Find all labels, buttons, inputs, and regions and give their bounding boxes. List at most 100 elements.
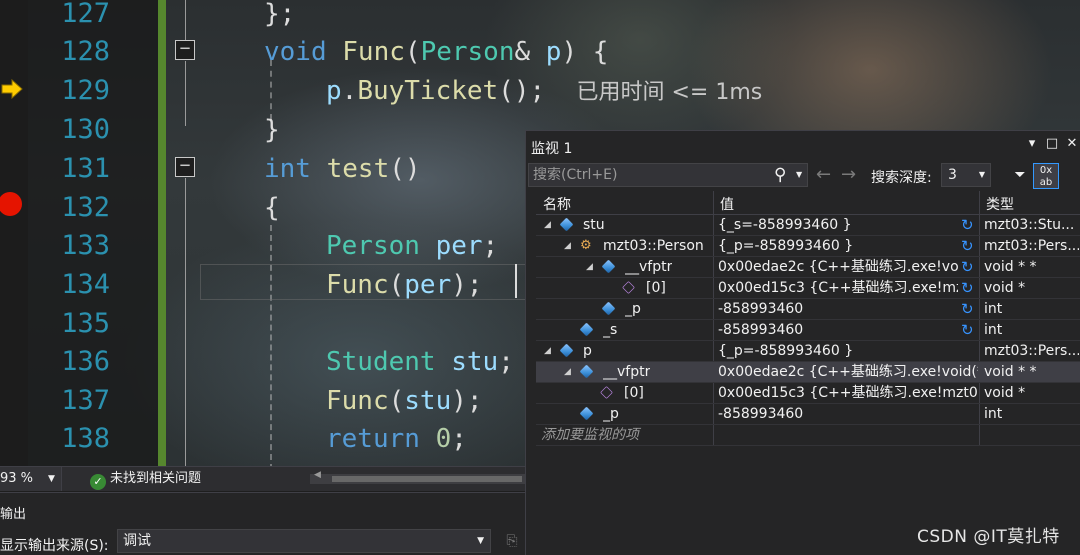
- watch-title-bar: 监视 1 ▾ □ ✕: [526, 131, 1080, 161]
- line-number: 135: [61, 308, 110, 339]
- column-header-type[interactable]: 类型: [986, 194, 1014, 214]
- output-toolbar-button[interactable]: ⎘: [500, 529, 524, 553]
- window-position-icon[interactable]: ▾: [1023, 136, 1041, 151]
- watch-value[interactable]: -858993460: [718, 320, 958, 340]
- refresh-icon[interactable]: ↻: [961, 320, 974, 340]
- search-placeholder: 搜索(Ctrl+E): [533, 167, 618, 183]
- add-watch-row[interactable]: 添加要监视的项: [536, 425, 1080, 446]
- code-line[interactable]: }: [264, 459, 280, 466]
- refresh-icon[interactable]: ↻: [961, 236, 974, 256]
- fold-icon[interactable]: −: [175, 40, 195, 60]
- watch-name: mzt03::Person: [603, 238, 704, 254]
- issues-indicator[interactable]: ✓ 未找到相关问题: [90, 467, 201, 491]
- collapse-icon[interactable]: ◢: [544, 341, 551, 361]
- watch-value[interactable]: 0x00ed15c3 {C++基础练习.exe!mz...: [718, 278, 958, 298]
- execution-arrow-icon: [1, 78, 23, 100]
- watch-value[interactable]: -858993460: [718, 299, 958, 319]
- watch-search-input[interactable]: 搜索(Ctrl+E) ⚲ ▼: [528, 163, 808, 187]
- cube-icon: [601, 301, 616, 316]
- line-number: 136: [61, 346, 110, 377]
- watch-row[interactable]: _p -858993460 int: [536, 404, 1080, 425]
- scrollbar-thumb[interactable]: [332, 476, 522, 482]
- cube-icon: [579, 322, 594, 337]
- search-back-icon[interactable]: ←: [816, 164, 831, 185]
- maximize-icon[interactable]: □: [1043, 136, 1061, 151]
- collapse-icon[interactable]: ◢: [564, 236, 571, 256]
- fold-line: [185, 178, 186, 466]
- watch-name: [0]: [624, 385, 644, 401]
- code-line[interactable]: };: [264, 0, 295, 33]
- close-icon[interactable]: ✕: [1063, 136, 1080, 151]
- code-line[interactable]: Person per;: [326, 227, 498, 265]
- column-divider[interactable]: [979, 191, 980, 214]
- code-line[interactable]: Func(stu);: [326, 382, 483, 420]
- collapse-icon[interactable]: ◢: [564, 362, 571, 382]
- watch-grid: 名称 值 类型 ◢ stu {_s=-858993460 } ↻ mzt03::…: [536, 191, 1080, 446]
- column-header-value[interactable]: 值: [720, 194, 734, 214]
- zoom-dropdown[interactable]: 93 % ▼: [0, 467, 62, 491]
- fold-icon[interactable]: −: [175, 157, 195, 177]
- code-line[interactable]: {: [264, 189, 280, 227]
- code-line[interactable]: return 0;: [326, 420, 467, 458]
- watch-toolbar: 搜索(Ctrl+E) ⚲ ▼ ← → 搜索深度: 3 ▼ ⏷ 0x ab: [526, 161, 1080, 191]
- watch-type: int: [984, 301, 1003, 317]
- check-icon: ✓: [90, 474, 106, 490]
- column-header-name[interactable]: 名称: [543, 194, 571, 214]
- code-line[interactable]: Func(per);: [326, 266, 483, 304]
- chevron-down-icon: ▼: [978, 170, 985, 179]
- watch-value[interactable]: 0x00edae2c {C++基础练习.exe!voi...: [718, 257, 958, 277]
- watch-row[interactable]: ◢ p {_p=-858993460 } mzt03::Pers...: [536, 341, 1080, 362]
- search-depth-dropdown[interactable]: 3 ▼: [941, 163, 991, 187]
- column-divider[interactable]: [713, 191, 714, 214]
- watch-row[interactable]: ◢ __vfptr 0x00edae2c {C++基础练习.exe!voi...…: [536, 257, 1080, 278]
- watch-value[interactable]: 0x00edae2c {C++基础练习.exe!void(*...: [718, 362, 978, 382]
- output-source-dropdown[interactable]: 调试 ▼: [117, 529, 491, 553]
- watch-value[interactable]: -858993460: [718, 404, 958, 424]
- scroll-left-icon[interactable]: ◀: [314, 470, 321, 480]
- watch-value[interactable]: {_p=-858993460 }: [718, 341, 958, 361]
- chevron-down-icon[interactable]: ▼: [796, 164, 802, 186]
- watch-type: void * *: [984, 364, 1037, 380]
- chevron-down-icon: ▼: [477, 536, 484, 546]
- watch-value[interactable]: {_s=-858993460 }: [718, 215, 958, 235]
- indicator-margin[interactable]: [0, 0, 28, 466]
- search-icon[interactable]: ⚲: [774, 164, 786, 186]
- watch-type: mzt03::Stu...: [984, 217, 1075, 233]
- filter-icon[interactable]: ⏷: [1009, 164, 1031, 186]
- line-number: 131: [61, 153, 110, 184]
- watch-name: _p: [625, 301, 641, 317]
- hex-display-icon[interactable]: 0x ab: [1033, 163, 1059, 189]
- watch-row-selected[interactable]: ◢ __vfptr 0x00edae2c {C++基础练习.exe!void(*…: [536, 362, 1080, 383]
- watch-value[interactable]: 0x00ed15c3 {C++基础练习.exe!mzt03...: [718, 383, 978, 403]
- line-number: 129: [61, 75, 110, 106]
- refresh-icon[interactable]: ↻: [961, 278, 974, 298]
- watch-row[interactable]: _p -858993460 ↻ int: [536, 299, 1080, 320]
- fold-line: [185, 61, 186, 126]
- watch-name: stu: [583, 217, 605, 233]
- refresh-icon[interactable]: ↻: [961, 299, 974, 319]
- line-number: 132: [61, 192, 110, 223]
- code-line[interactable]: p.BuyTicket(); 已用时间 <= 1ms: [326, 72, 762, 110]
- search-forward-icon[interactable]: →: [841, 164, 856, 185]
- refresh-icon[interactable]: ↻: [961, 257, 974, 277]
- code-line[interactable]: void Func(Person& p) {: [264, 33, 608, 71]
- line-number: 127: [61, 0, 110, 29]
- code-line[interactable]: int test(): [264, 150, 421, 188]
- watch-type: mzt03::Pers...: [984, 343, 1079, 359]
- watch-value[interactable]: {_p=-858993460 }: [718, 236, 958, 256]
- watch-type: mzt03::Pers...: [984, 238, 1079, 254]
- horizontal-scrollbar[interactable]: ◀: [310, 470, 525, 484]
- watch-window: 监视 1 ▾ □ ✕ 搜索(Ctrl+E) ⚲ ▼ ← → 搜索深度: 3 ▼ …: [525, 130, 1080, 555]
- code-line[interactable]: }: [264, 111, 280, 149]
- watch-row[interactable]: _s -858993460 ↻ int: [536, 320, 1080, 341]
- refresh-icon[interactable]: ↻: [961, 215, 974, 235]
- collapse-icon[interactable]: ◢: [544, 215, 551, 235]
- code-line[interactable]: Student stu;: [326, 343, 514, 381]
- collapse-icon[interactable]: ◢: [586, 257, 593, 277]
- watch-row[interactable]: ◢ ⚙ mzt03::Person {_p=-858993460 } ↻ mzt…: [536, 236, 1080, 257]
- watch-row[interactable]: [0] 0x00ed15c3 {C++基础练习.exe!mzt03... voi…: [536, 383, 1080, 404]
- cube-icon: [579, 406, 594, 421]
- watch-row[interactable]: ◢ stu {_s=-858993460 } ↻ mzt03::Stu...: [536, 215, 1080, 236]
- watch-row[interactable]: [0] 0x00ed15c3 {C++基础练习.exe!mz... ↻ void…: [536, 278, 1080, 299]
- watch-name: _p: [603, 406, 619, 422]
